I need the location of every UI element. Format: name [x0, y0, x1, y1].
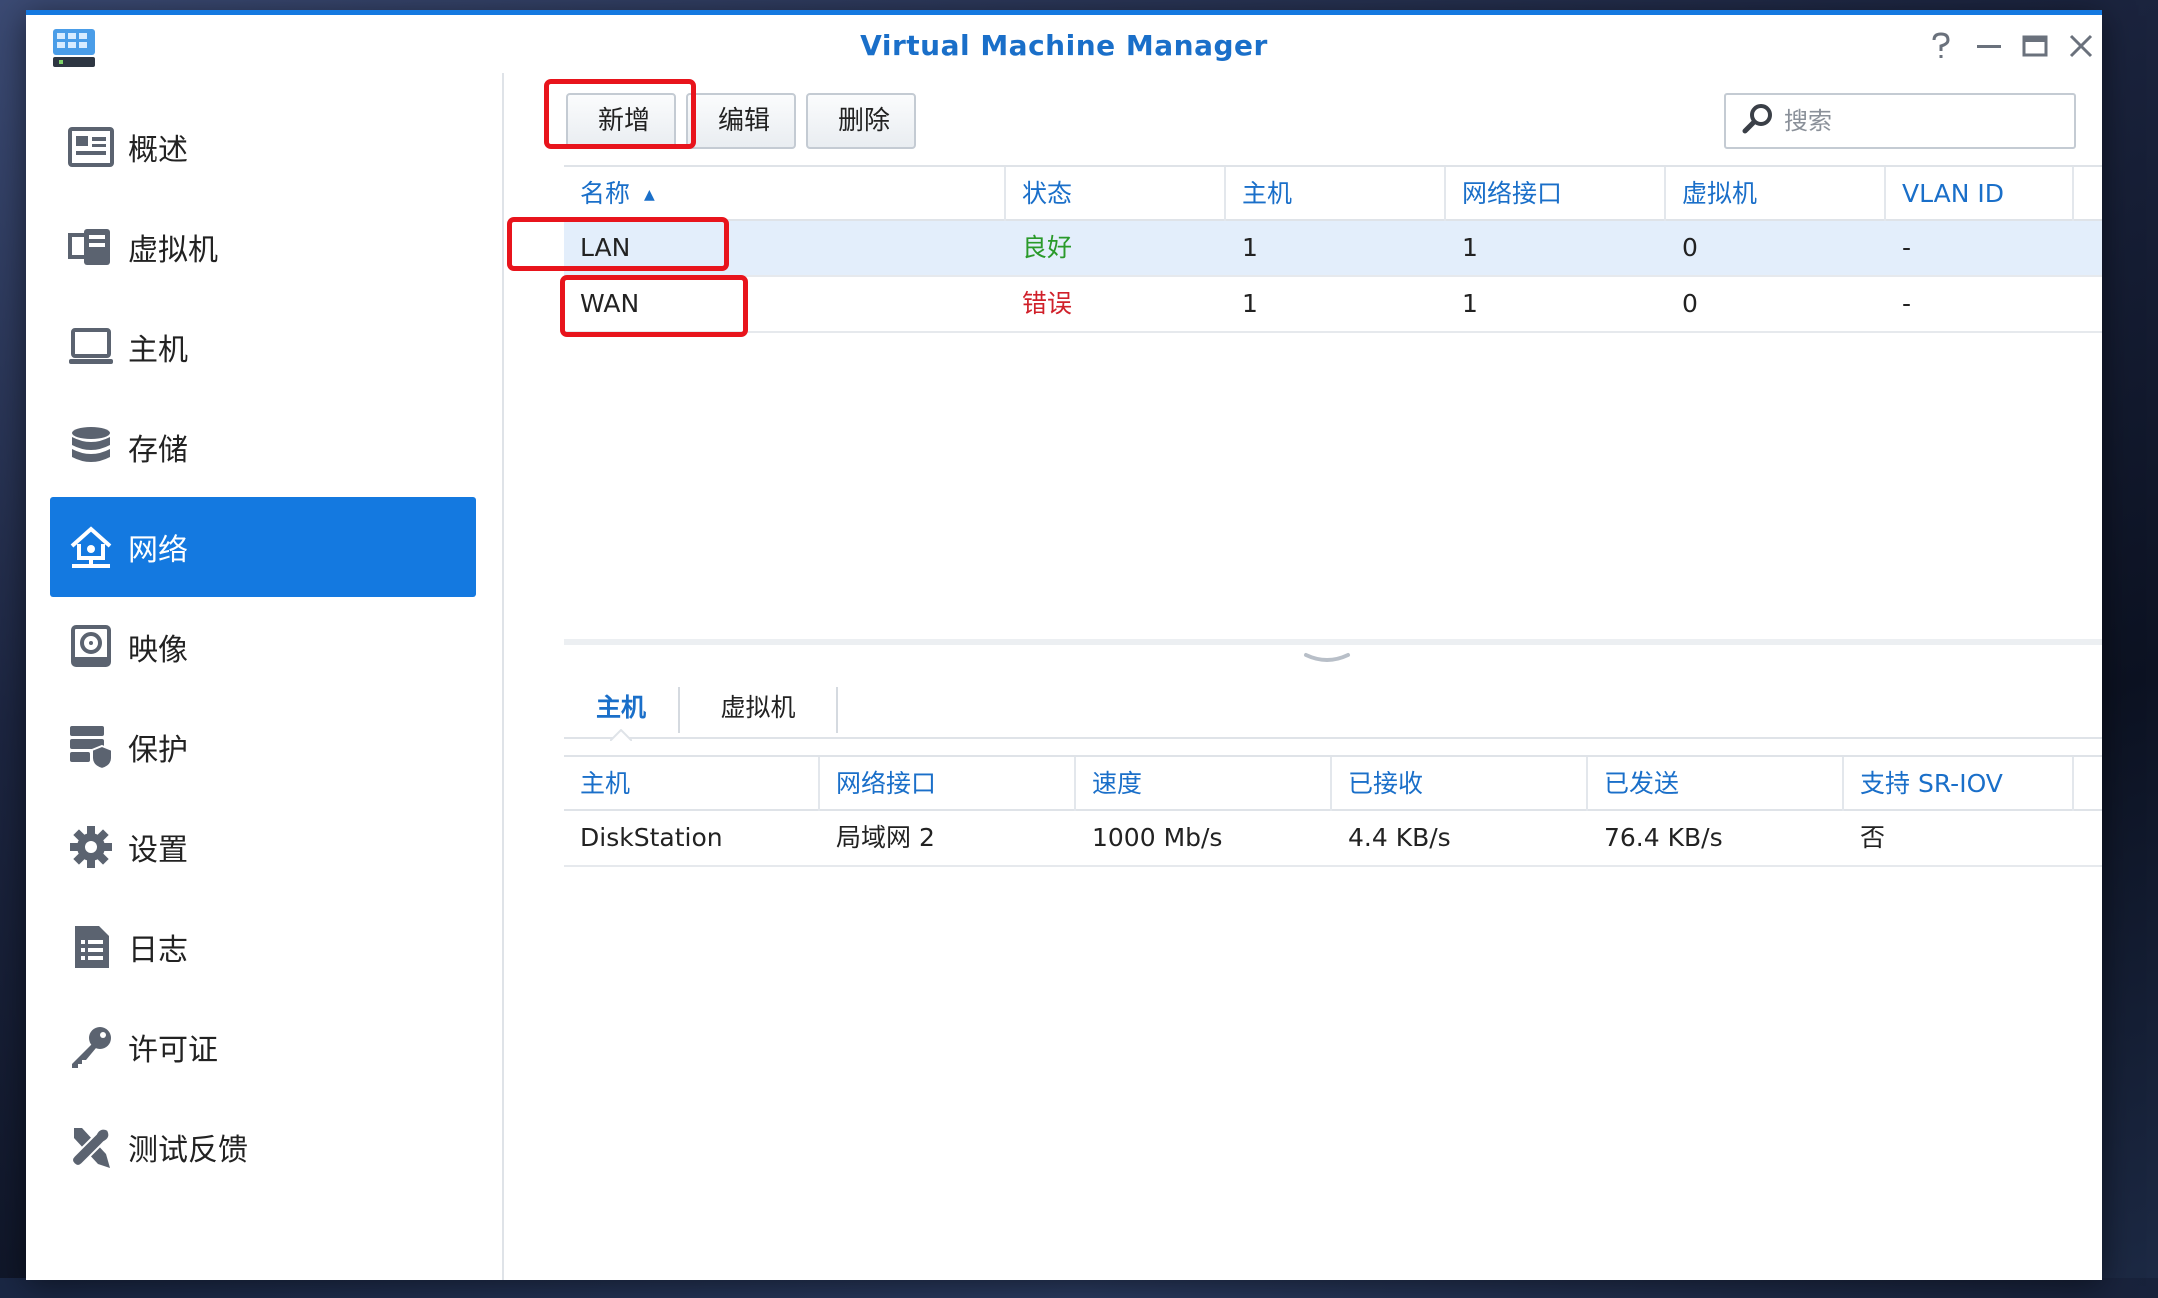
- license-icon: [66, 1022, 116, 1072]
- vm-count: 0: [1682, 289, 1698, 318]
- status-error: 错误: [1022, 289, 1073, 318]
- status-good: 良好: [1022, 233, 1073, 262]
- interface-count: 1: [1462, 289, 1478, 318]
- host-table-header: 主机 网络接口 速度 已接收 已发送 支持 SR-IOV: [564, 755, 2102, 811]
- column-header-vlan[interactable]: VLAN ID: [1886, 167, 2074, 221]
- sidebar-item-feedback[interactable]: 测试反馈: [50, 1097, 476, 1197]
- host-count: 1: [1242, 233, 1258, 262]
- host-table: 主机 网络接口 速度 已接收 已发送 支持 SR-IOV DiskStation…: [564, 755, 2102, 875]
- sriov-support: 否: [1860, 823, 1886, 852]
- sidebar-item-settings[interactable]: 设置: [50, 797, 476, 897]
- active-tab-pointer-icon: [610, 729, 632, 741]
- vm-count: 0: [1682, 233, 1698, 262]
- network-table: 名称 ▲ 状态 主机 网络接口 虚拟机 VLAN ID LAN 良好 1 1 0…: [564, 165, 2102, 333]
- virtual-machine-icon: [66, 222, 116, 272]
- detail-tabs: 主机 虚拟机: [564, 677, 2102, 741]
- tab-virtual-machine[interactable]: 虚拟机: [680, 677, 836, 739]
- maximize-icon[interactable]: [2018, 29, 2052, 63]
- desktop-background: [0, 1278, 2158, 1298]
- network-name: WAN: [580, 289, 640, 318]
- sidebar-item-label: 虚拟机: [128, 233, 218, 268]
- sidebar-item-label: 测试反馈: [128, 1133, 248, 1168]
- table-row[interactable]: LAN 良好 1 1 0 -: [564, 221, 2102, 277]
- log-icon: [66, 922, 116, 972]
- settings-icon: [66, 822, 116, 872]
- feedback-icon: [66, 1122, 116, 1172]
- column-header-interface[interactable]: 网络接口: [820, 757, 1076, 811]
- table-row[interactable]: WAN 错误 1 1 0 -: [564, 277, 2102, 333]
- table-row[interactable]: DiskStation 局域网 2 1000 Mb/s 4.4 KB/s 76.…: [564, 811, 2102, 867]
- column-header-status[interactable]: 状态: [1006, 167, 1226, 221]
- column-header-speed[interactable]: 速度: [1076, 757, 1332, 811]
- received-rate: 4.4 KB/s: [1348, 823, 1451, 852]
- protection-icon: [66, 722, 116, 772]
- host-name: DiskStation: [580, 823, 723, 852]
- vlan-id: -: [1902, 289, 1912, 318]
- tab-divider: [836, 687, 838, 733]
- window-title: Virtual Machine Manager: [860, 29, 1268, 62]
- network-icon: [66, 522, 116, 572]
- edit-button[interactable]: 编辑: [686, 93, 796, 149]
- column-header-received[interactable]: 已接收: [1332, 757, 1588, 811]
- help-icon[interactable]: [1924, 29, 1958, 63]
- image-icon: [66, 622, 116, 672]
- overview-icon: [66, 122, 116, 172]
- close-icon[interactable]: [2064, 29, 2098, 63]
- host-count: 1: [1242, 289, 1258, 318]
- app-window: Virtual Machine Manager 概述 虚拟机 主机 存储 网络 …: [26, 10, 2102, 1280]
- interface-name: 局域网 2: [836, 823, 935, 852]
- sidebar-item-log[interactable]: 日志: [50, 897, 476, 997]
- sidebar-item-network[interactable]: 网络: [50, 497, 476, 597]
- column-header-sent[interactable]: 已发送: [1588, 757, 1844, 811]
- minimize-icon[interactable]: [1972, 29, 2006, 63]
- delete-button[interactable]: 删除: [806, 93, 916, 149]
- column-header-vms[interactable]: 虚拟机: [1666, 167, 1886, 221]
- sidebar-item-label: 存储: [128, 433, 188, 468]
- column-header-host[interactable]: 主机: [564, 757, 820, 811]
- sidebar-item-overview[interactable]: 概述: [50, 97, 476, 197]
- interface-count: 1: [1462, 233, 1478, 262]
- title-bar: Virtual Machine Manager: [26, 15, 2102, 73]
- search-box[interactable]: [1724, 93, 2076, 149]
- vlan-id: -: [1902, 233, 1912, 262]
- splitter-grip-icon[interactable]: [1302, 651, 1352, 665]
- sidebar-item-label: 概述: [128, 133, 188, 168]
- search-input[interactable]: [1784, 107, 2044, 135]
- sidebar-item-label: 保护: [128, 733, 188, 768]
- sidebar-item-protection[interactable]: 保护: [50, 697, 476, 797]
- network-table-header: 名称 ▲ 状态 主机 网络接口 虚拟机 VLAN ID: [564, 165, 2102, 221]
- link-speed: 1000 Mb/s: [1092, 823, 1223, 852]
- add-button[interactable]: 新增: [566, 93, 676, 149]
- sidebar-item-storage[interactable]: 存储: [50, 397, 476, 497]
- sent-rate: 76.4 KB/s: [1604, 823, 1723, 852]
- panel-splitter[interactable]: [564, 639, 2102, 645]
- column-header-interfaces[interactable]: 网络接口: [1446, 167, 1666, 221]
- network-name: LAN: [580, 233, 631, 262]
- column-header-sriov[interactable]: 支持 SR-IOV: [1844, 757, 2074, 811]
- sidebar-item-label: 设置: [128, 833, 188, 868]
- host-icon: [66, 322, 116, 372]
- main-content: 新增 编辑 删除 名称 ▲ 状态 主机 网络接口 虚拟机 VLAN ID: [504, 73, 2102, 1280]
- sidebar-item-label: 映像: [128, 633, 188, 668]
- search-icon: [1742, 103, 1774, 139]
- sidebar-item-label: 日志: [128, 933, 188, 968]
- sidebar-item-virtual-machine[interactable]: 虚拟机: [50, 197, 476, 297]
- column-header-name[interactable]: 名称 ▲: [564, 167, 1006, 221]
- sidebar-item-host[interactable]: 主机: [50, 297, 476, 397]
- sidebar-item-label: 许可证: [128, 1033, 218, 1068]
- column-header-hosts[interactable]: 主机: [1226, 167, 1446, 221]
- storage-icon: [66, 422, 116, 472]
- sidebar: 概述 虚拟机 主机 存储 网络 映像 保护 设置 日志 许可证 测试反馈: [26, 73, 504, 1280]
- sidebar-item-label: 网络: [128, 533, 188, 568]
- sidebar-item-license[interactable]: 许可证: [50, 997, 476, 1097]
- sort-ascending-icon: ▲: [643, 187, 655, 203]
- sidebar-item-label: 主机: [128, 333, 188, 368]
- sidebar-item-image[interactable]: 映像: [50, 597, 476, 697]
